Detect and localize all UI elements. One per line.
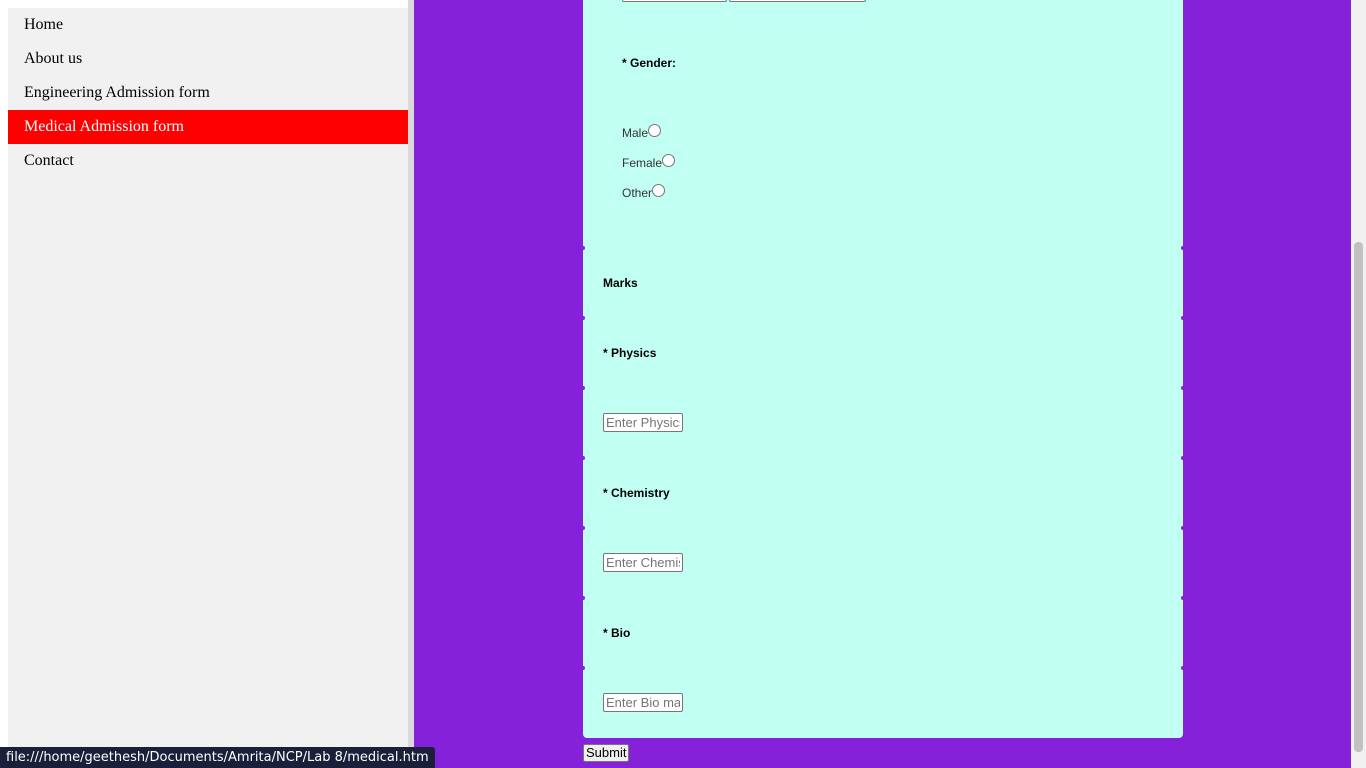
row-notch (1181, 316, 1185, 320)
row-notch (581, 456, 585, 460)
form-row-marks (583, 248, 1183, 318)
gender-option-label: Other (622, 186, 653, 200)
bio-label: * Bio (603, 626, 631, 640)
nav-item-about-us[interactable]: About us (8, 42, 408, 76)
marks-heading: Marks (603, 276, 638, 290)
row-notch (581, 246, 585, 250)
gender-option-male[interactable]: Male (622, 124, 662, 140)
date-input-partial[interactable] (622, 0, 727, 2)
gender-option-female[interactable]: Female (622, 154, 676, 170)
gender-label: * Gender: (622, 56, 677, 70)
date-input-partial-2[interactable] (729, 0, 866, 2)
male-radio[interactable] (648, 124, 662, 137)
scrollbar-thumb[interactable] (1354, 242, 1363, 752)
nav-item-home[interactable]: Home (8, 8, 408, 42)
nav-item-engineering-admission[interactable]: Engineering Admission form (8, 76, 408, 110)
row-notch (1181, 666, 1185, 670)
row-notch (581, 596, 585, 600)
row-notch (1181, 596, 1185, 600)
row-notch (581, 386, 585, 390)
row-notch (1181, 456, 1185, 460)
row-notch (581, 526, 585, 530)
chemistry-label: * Chemistry (603, 486, 670, 500)
bio-input[interactable] (603, 693, 683, 712)
gender-option-label: Male (622, 126, 649, 140)
nav-item-contact[interactable]: Contact (8, 144, 408, 178)
form-row-physics-label (583, 318, 1183, 388)
form-section-personal (583, 0, 1183, 248)
nav-item-medical-admission[interactable]: Medical Admission form (8, 110, 408, 144)
gender-option-label: Female (622, 156, 663, 170)
gender-option-other[interactable]: Other (622, 184, 666, 200)
status-bar-url: file:///home/geethesh/Documents/Amrita/N… (0, 747, 435, 768)
row-notch (1181, 386, 1185, 390)
physics-label: * Physics (603, 346, 657, 360)
physics-input[interactable] (603, 413, 683, 432)
form-row-bio-label (583, 598, 1183, 668)
chemistry-input[interactable] (603, 553, 683, 572)
submit-button[interactable]: Submit (583, 744, 630, 762)
form-row-chemistry-label (583, 458, 1183, 528)
vertical-scrollbar[interactable] (1351, 0, 1366, 768)
other-radio[interactable] (652, 184, 666, 197)
sidebar-nav: Home About us Engineering Admission form… (8, 8, 408, 768)
row-notch (581, 666, 585, 670)
row-notch (581, 316, 585, 320)
female-radio[interactable] (662, 154, 676, 167)
row-notch (1181, 246, 1185, 250)
row-notch (1181, 526, 1185, 530)
